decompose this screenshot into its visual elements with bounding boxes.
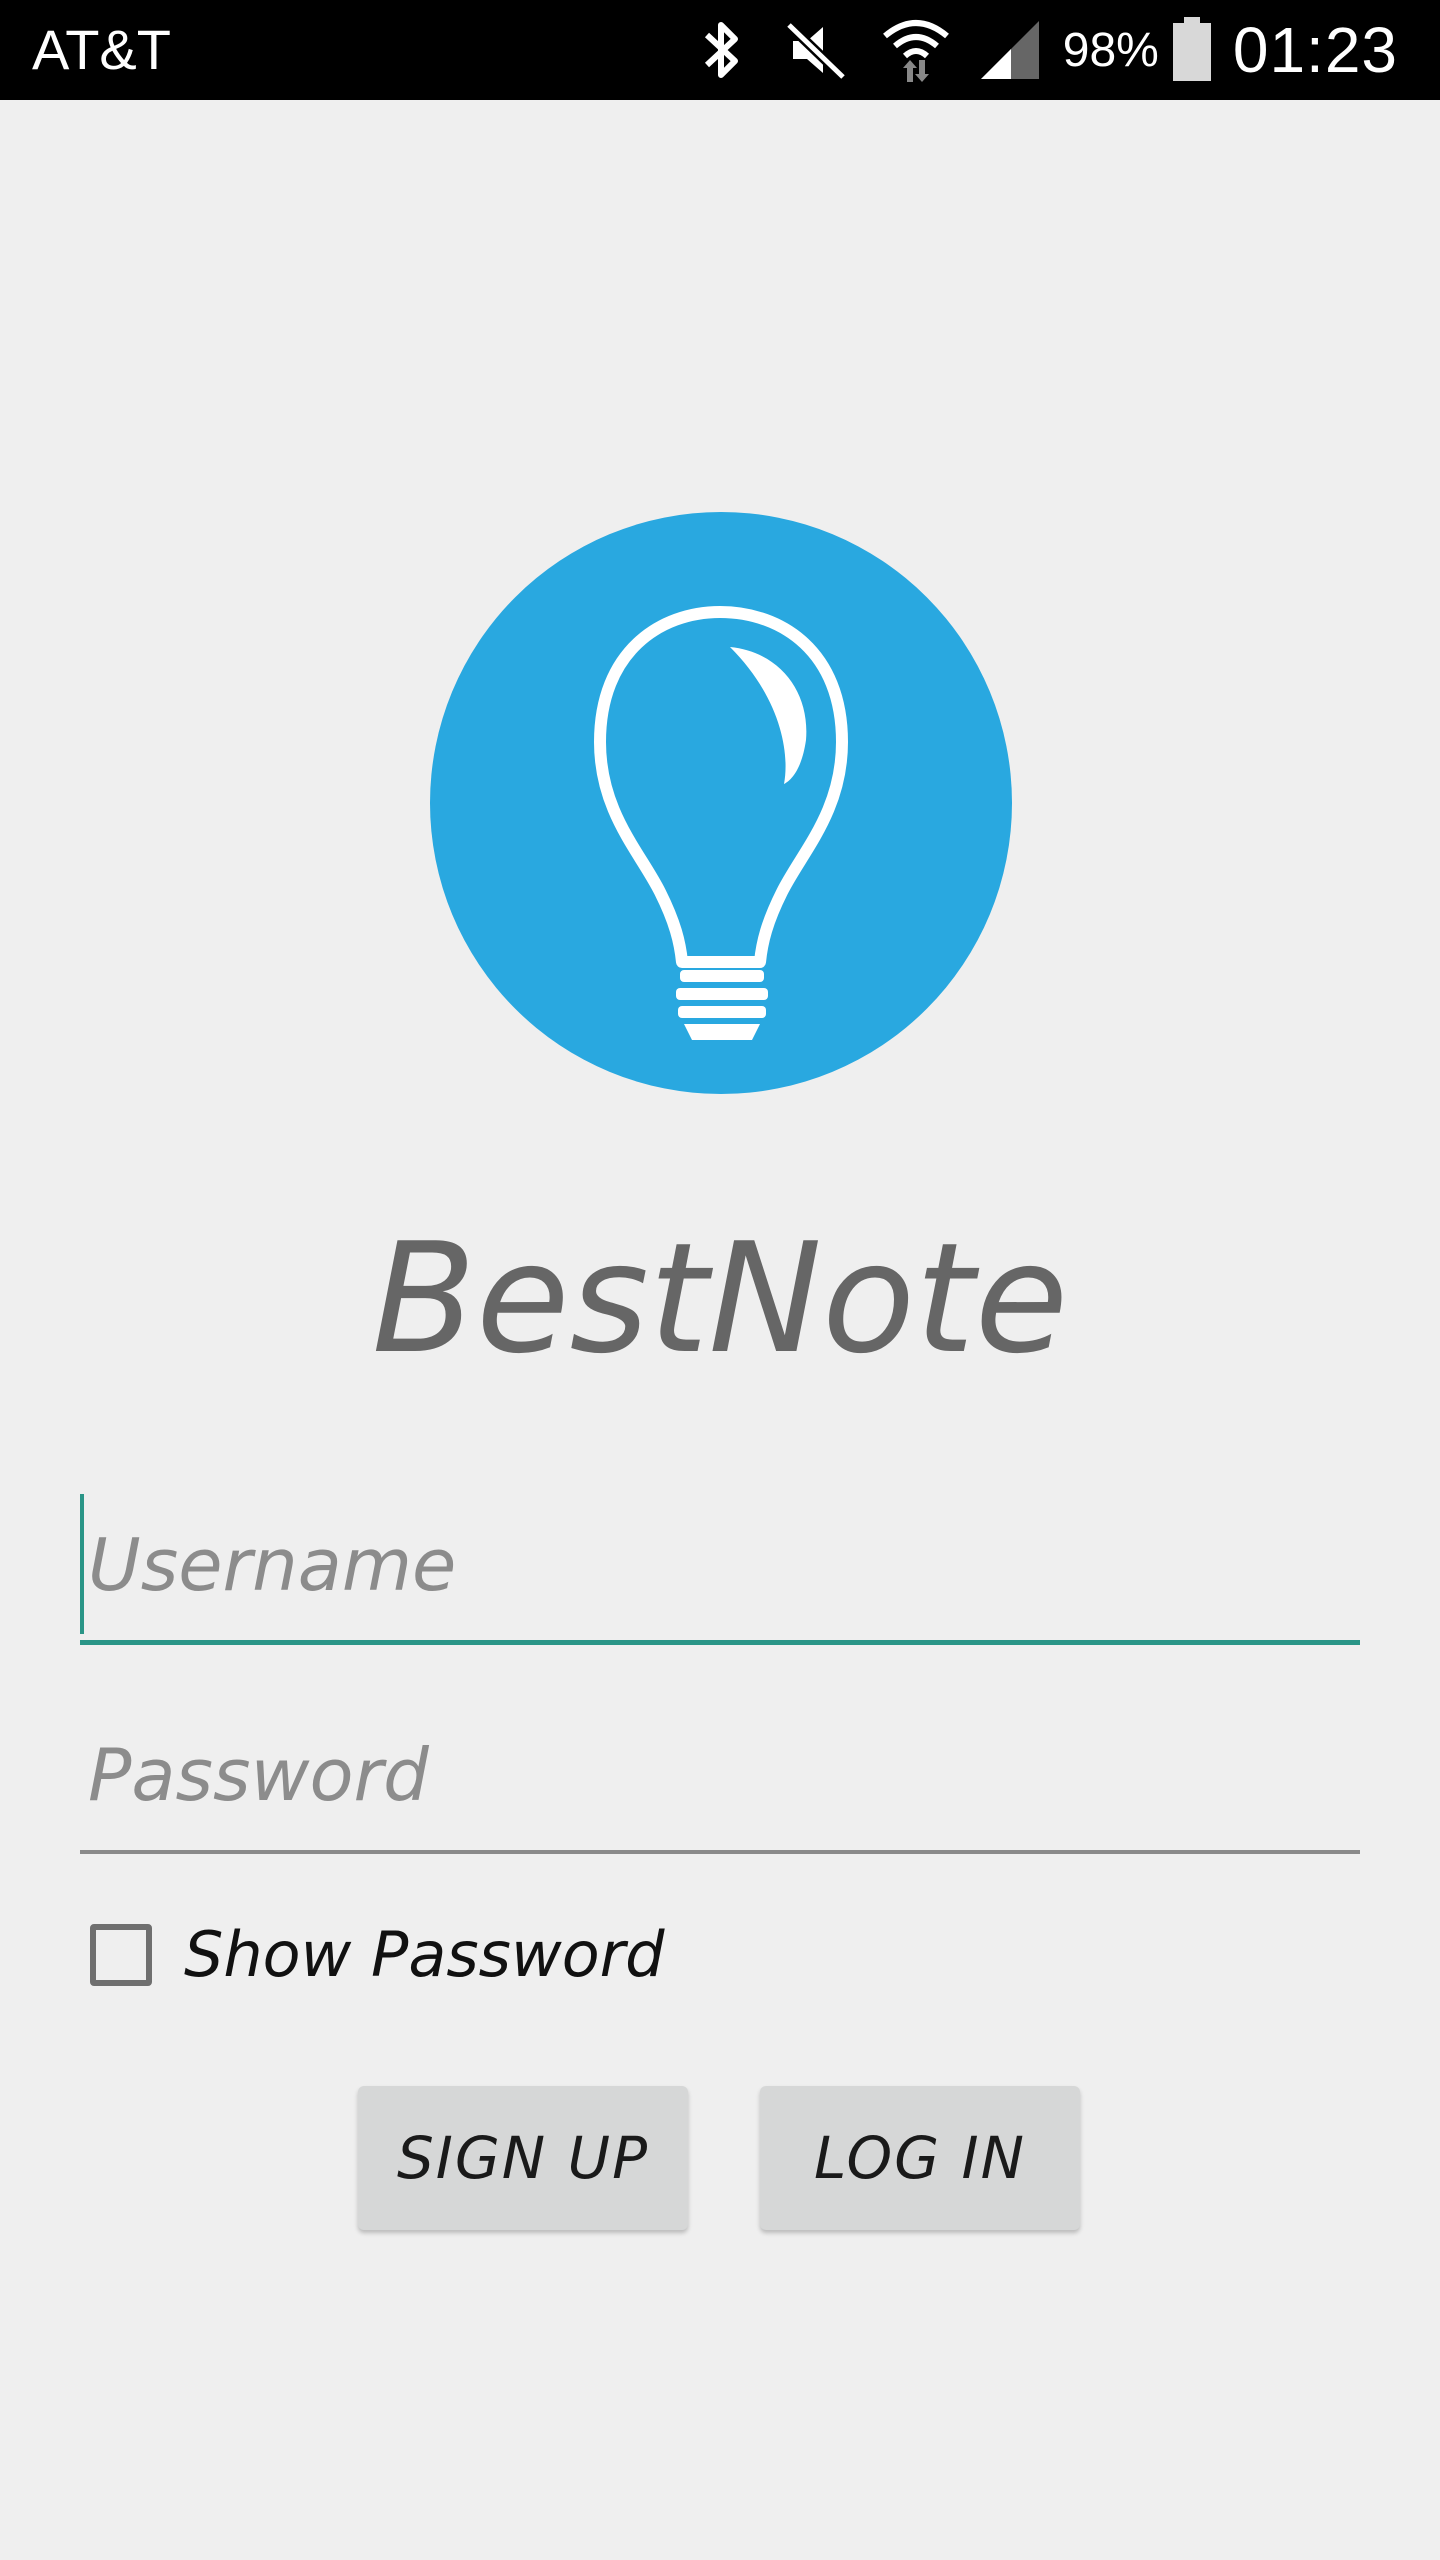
mute-icon bbox=[781, 15, 851, 85]
lightbulb-icon bbox=[594, 606, 848, 1040]
battery-icon bbox=[1171, 17, 1213, 83]
signal-icon bbox=[977, 17, 1043, 83]
sign-up-button[interactable]: SIGN UP bbox=[358, 2086, 688, 2230]
status-bar: AT&T 98% 01:23 bbox=[0, 0, 1440, 100]
battery-percent: 98% bbox=[1062, 23, 1159, 77]
username-input[interactable] bbox=[80, 1490, 1360, 1640]
app-logo bbox=[430, 512, 1012, 1094]
password-input[interactable] bbox=[80, 1700, 1360, 1850]
clock: 01:23 bbox=[1232, 14, 1398, 86]
log-in-button[interactable]: LOG IN bbox=[760, 2086, 1080, 2230]
status-icons: 98% 01:23 bbox=[691, 0, 1440, 100]
password-field-container bbox=[80, 1700, 1360, 1854]
wifi-icon bbox=[881, 14, 951, 86]
show-password-label: Show Password bbox=[184, 1918, 665, 1991]
app-title: BestNote bbox=[371, 1210, 1069, 1387]
carrier-name: AT&T bbox=[32, 18, 171, 81]
show-password-toggle[interactable]: Show Password bbox=[90, 1918, 664, 1991]
show-password-checkbox[interactable] bbox=[90, 1923, 152, 1986]
bluetooth-icon bbox=[691, 15, 751, 85]
username-field-container bbox=[80, 1490, 1360, 1645]
text-cursor bbox=[80, 1494, 84, 1634]
password-underline bbox=[80, 1850, 1360, 1854]
username-underline bbox=[80, 1640, 1360, 1645]
